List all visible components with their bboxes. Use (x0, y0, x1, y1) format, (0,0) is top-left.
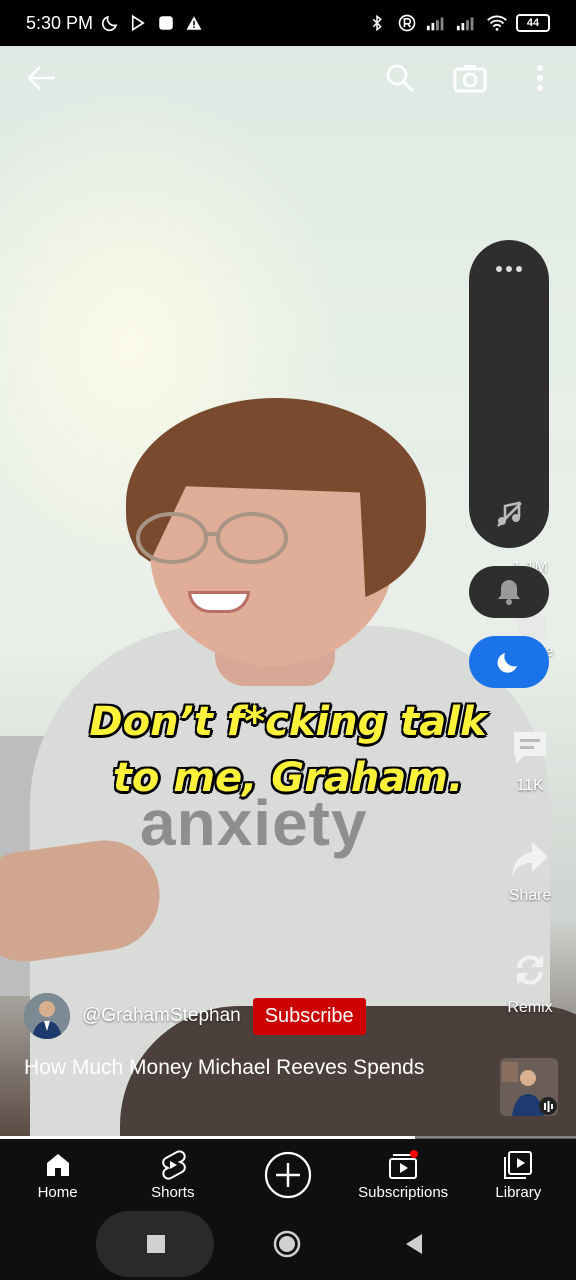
back-system-button[interactable] (404, 1233, 424, 1260)
caption-line-2: to me, Graham. (112, 755, 464, 801)
channel-row: @GrahamStephan Subscribe (24, 993, 366, 1039)
panel-bell-button[interactable] (469, 566, 549, 618)
nav-home[interactable]: Home (0, 1139, 115, 1211)
nav-shorts[interactable]: Shorts (115, 1139, 230, 1211)
nav-subscriptions[interactable]: Subscriptions (346, 1139, 461, 1211)
sound-thumbnail[interactable] (500, 1058, 558, 1116)
warning-icon (183, 12, 205, 34)
subscribe-button[interactable]: Subscribe (252, 997, 366, 1035)
panel-night-mode-button[interactable] (469, 636, 549, 688)
circle-icon (273, 1230, 301, 1258)
app-square-icon (155, 12, 177, 34)
signal-icon (426, 12, 448, 34)
channel-handle[interactable]: @GrahamStephan (82, 1005, 241, 1027)
channel-avatar[interactable] (24, 993, 70, 1039)
panel-music-button[interactable] (495, 500, 523, 533)
caption-line-1: Don’t f*cking talk (89, 699, 487, 745)
home-system-button[interactable] (273, 1230, 301, 1263)
square-icon (147, 1235, 165, 1253)
top-controls (0, 58, 576, 104)
more-options-button[interactable] (520, 58, 560, 98)
search-button[interactable] (380, 58, 420, 98)
shorts-icon (158, 1149, 188, 1180)
bell-icon (498, 580, 520, 605)
video-caption: Don’t f*cking talk to me, Graham. (0, 694, 576, 806)
comments-button[interactable]: 11K (500, 728, 560, 795)
share-label: Share (508, 887, 552, 904)
library-icon (503, 1150, 533, 1180)
floating-side-panel (469, 240, 549, 548)
more-vert-icon (537, 65, 543, 91)
home-icon (43, 1150, 73, 1180)
nav-create[interactable] (230, 1139, 345, 1211)
registered-icon (396, 12, 418, 34)
bottom-nav: Home Shorts Subscriptions Library (0, 1139, 576, 1211)
remix-icon (517, 955, 543, 985)
triangle-back-icon (406, 1234, 422, 1254)
sound-thumbnail-image (500, 1058, 558, 1116)
battery-icon: 44 (516, 14, 550, 32)
play-store-icon (127, 12, 149, 34)
moon-icon (99, 12, 121, 34)
camera-button[interactable] (450, 58, 490, 98)
moon-icon (497, 653, 517, 673)
system-nav-bar (0, 1211, 576, 1280)
avatar-person-icon (24, 993, 70, 1039)
nav-home-label: Home (37, 1183, 78, 1201)
wifi-icon (486, 12, 508, 34)
nav-shorts-label: Shorts (151, 1183, 195, 1201)
nav-subscriptions-label: Subscriptions (358, 1183, 449, 1201)
remix-button[interactable]: Remix (500, 950, 560, 1017)
remix-label: Remix (507, 999, 553, 1016)
video-title[interactable]: How Much Money Michael Reeves Spends (24, 1054, 444, 1082)
signal-icon-2 (456, 12, 478, 34)
video-person-glasses (136, 512, 288, 564)
arrow-left-icon (27, 66, 55, 90)
status-time: 5:30 PM (26, 12, 94, 33)
bluetooth-icon (366, 12, 388, 34)
panel-menu-button[interactable] (495, 260, 523, 278)
create-icon (264, 1151, 312, 1199)
subscriptions-icon (388, 1149, 419, 1180)
share-button[interactable]: Share (500, 840, 560, 905)
back-button[interactable] (22, 58, 62, 98)
status-bar: 5:30 PM 44 (0, 0, 576, 46)
comment-icon (514, 732, 546, 764)
nav-library-label: Library (495, 1183, 542, 1201)
share-icon (512, 842, 548, 876)
camera-icon (453, 65, 487, 93)
comments-count: 11K (516, 777, 544, 794)
music-off-icon (497, 501, 522, 527)
more-horiz-icon (496, 266, 522, 272)
search-icon (386, 64, 415, 93)
nav-library[interactable]: Library (461, 1139, 576, 1211)
recents-button[interactable] (147, 1235, 165, 1258)
